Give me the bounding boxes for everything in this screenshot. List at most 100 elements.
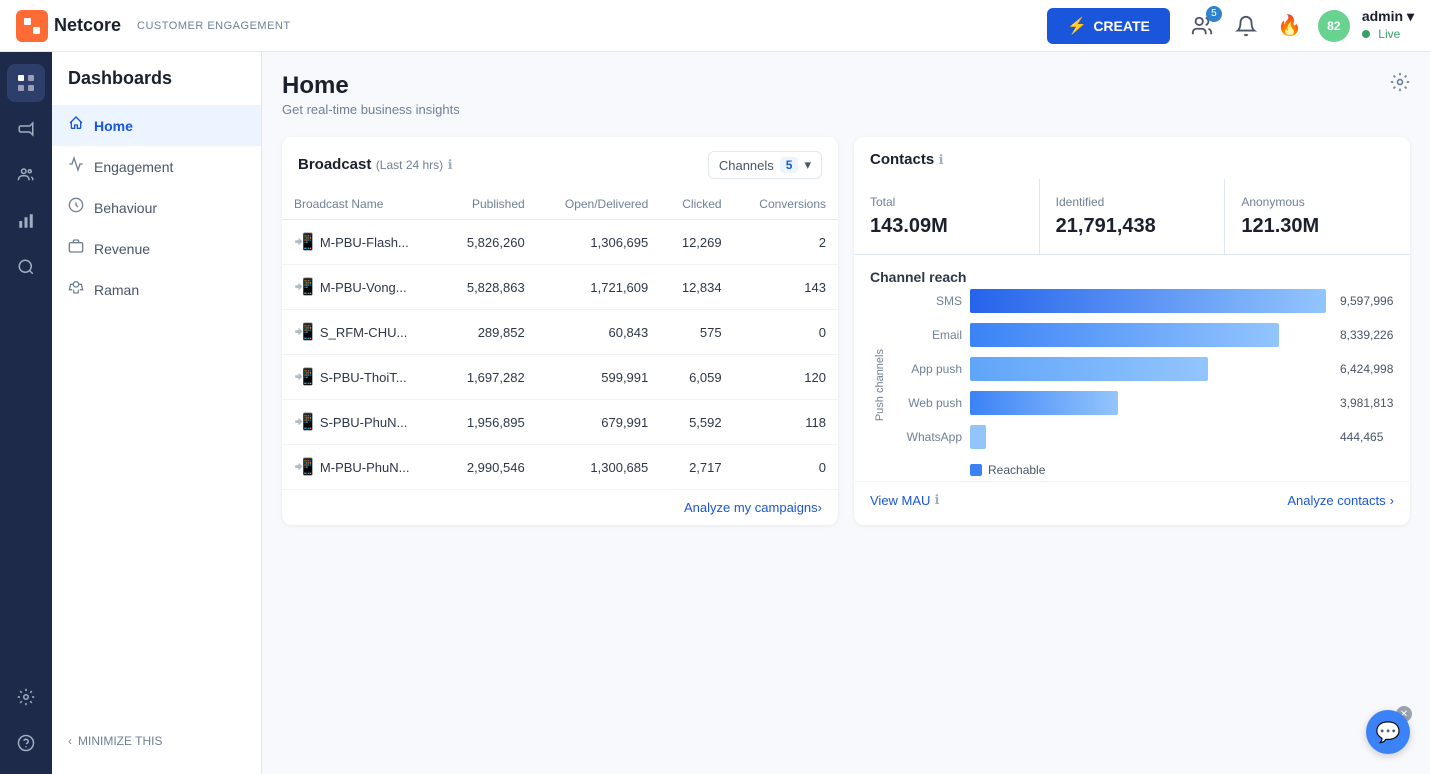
channels-badge: 5 [780, 157, 799, 173]
channels-filter-button[interactable]: Channels 5 ▾ [708, 151, 822, 179]
admin-status: Live [1362, 25, 1414, 43]
minimize-button[interactable]: ‹ MINIMIZE THIS [52, 724, 178, 758]
chart-bar-container [970, 425, 1326, 449]
broadcast-open-cell: 1,300,685 [537, 445, 661, 490]
sidebar-item-revenue[interactable]: Revenue [52, 228, 261, 269]
chart-bar [970, 425, 986, 449]
sidebar-icon-settings[interactable] [7, 678, 45, 716]
page-header: Home Get real-time business insights [282, 72, 1410, 117]
broadcast-open-cell: 679,991 [537, 400, 661, 445]
chart-label: App push [890, 362, 962, 376]
chart-bar-container [970, 323, 1326, 347]
sidebar-icon-grid[interactable] [7, 64, 45, 102]
broadcast-published-cell: 5,828,863 [443, 265, 537, 310]
chevron-left-icon: ‹ [68, 734, 72, 748]
sidebar-item-home[interactable]: Home [52, 105, 261, 146]
chart-label: WhatsApp [890, 430, 962, 444]
broadcast-row-icon: 📲 [294, 457, 314, 477]
broadcast-conversions-cell: 118 [734, 400, 838, 445]
col-open: Open/Delivered [537, 189, 661, 220]
col-broadcast-name: Broadcast Name [282, 189, 443, 220]
chat-widget-button[interactable]: 💬 [1366, 710, 1410, 754]
sidebar-icon-people[interactable] [7, 156, 45, 194]
live-dot [1362, 30, 1370, 38]
analyze-contacts-label: Analyze contacts [1287, 493, 1385, 508]
broadcast-card: Broadcast (Last 24 hrs) ℹ Channels 5 ▾ B… [282, 137, 838, 525]
chart-bar-container [970, 357, 1326, 381]
chart-row: Web push 3,981,813 [890, 391, 1410, 415]
broadcast-name-cell: 📲 M-PBU-Vong... [282, 265, 443, 310]
channel-reach-title: Channel reach [854, 255, 1410, 289]
total-label: Total [870, 195, 1023, 209]
logo-icon [16, 10, 48, 42]
broadcast-name-cell: 📲 S-PBU-PhuN... [282, 400, 443, 445]
sidebar-title: Dashboards [52, 68, 261, 105]
analyze-campaigns-link[interactable]: Analyze my campaigns › [282, 490, 838, 525]
broadcast-clicked-cell: 6,059 [660, 355, 733, 400]
chart-bar [970, 391, 1118, 415]
chart-bar [970, 323, 1279, 347]
channels-chevron-icon: ▾ [804, 157, 811, 173]
view-mau-link[interactable]: View MAU ℹ [870, 492, 939, 508]
chart-value: 3,981,813 [1340, 396, 1410, 410]
anonymous-value: 121.30M [1241, 215, 1394, 238]
score-badge[interactable]: 82 [1318, 10, 1350, 42]
broadcast-open-cell: 1,721,609 [537, 265, 661, 310]
logo[interactable]: Netcore [16, 10, 121, 42]
reachable-legend-color [970, 464, 982, 476]
logo-text: Netcore [54, 15, 121, 36]
analyze-label: Analyze my campaigns [684, 500, 818, 515]
contacts-info-icon[interactable]: ℹ [939, 152, 944, 167]
broadcast-name-cell: 📲 M-PBU-Flash... [282, 220, 443, 265]
contacts-card-header: Contacts ℹ [854, 137, 1410, 179]
col-clicked: Clicked [660, 189, 733, 220]
page-settings-icon[interactable] [1390, 72, 1410, 97]
chart-bar-container [970, 289, 1326, 313]
analyze-contacts-arrow: › [1390, 493, 1394, 508]
bolt-icon: ⚡ [1067, 16, 1087, 36]
revenue-icon [68, 238, 84, 259]
contacts-stats-grid: Total 143.09M Identified 21,791,438 Anon… [854, 179, 1410, 255]
sidebar-icon-chart[interactable] [7, 202, 45, 240]
sidebar-icon-megaphone[interactable] [7, 110, 45, 148]
users-icon-wrapper[interactable]: 5 [1186, 10, 1218, 42]
chart-value: 6,424,998 [1340, 362, 1410, 376]
broadcast-published-cell: 289,852 [443, 310, 537, 355]
raman-icon [68, 279, 84, 300]
view-mau-label: View MAU [870, 493, 930, 508]
channels-label: Channels [719, 158, 774, 173]
sidebar-item-raman[interactable]: Raman [52, 269, 261, 310]
mau-info-icon[interactable]: ℹ [934, 492, 939, 508]
broadcast-conversions-cell: 143 [734, 265, 838, 310]
broadcast-row-icon: 📲 [294, 322, 314, 342]
user-count-badge: 5 [1206, 6, 1222, 22]
chart-row: SMS 9,597,996 [890, 289, 1410, 313]
flame-icon-wrapper[interactable]: 🔥 [1274, 10, 1306, 42]
admin-name: admin ▾ [1362, 8, 1414, 25]
sidebar-icon-support[interactable] [7, 724, 45, 762]
broadcast-name-cell: 📲 S-PBU-ThoiT... [282, 355, 443, 400]
create-button[interactable]: ⚡ CREATE [1047, 8, 1169, 44]
notification-icon-wrapper[interactable] [1230, 10, 1262, 42]
page-title: Home [282, 72, 460, 100]
reachable-legend-label: Reachable [988, 463, 1045, 477]
home-icon [68, 115, 84, 136]
chart-bar [970, 289, 1326, 313]
broadcast-conversions-cell: 120 [734, 355, 838, 400]
analyze-contacts-link[interactable]: Analyze contacts › [1287, 493, 1394, 508]
left-sidebar: Dashboards Home Engagement Behaviour [52, 52, 262, 774]
broadcast-info-icon[interactable]: ℹ [448, 157, 453, 172]
broadcast-table-header: Broadcast Name Published Open/Delivered … [282, 189, 838, 220]
analyze-arrow-icon: › [818, 500, 822, 515]
sidebar-item-behaviour[interactable]: Behaviour [52, 187, 261, 228]
chart-bar [970, 357, 1208, 381]
sidebar-icon-search[interactable] [7, 248, 45, 286]
anonymous-label: Anonymous [1241, 195, 1394, 209]
sidebar-item-engagement[interactable]: Engagement [52, 146, 261, 187]
broadcast-row-icon: 📲 [294, 232, 314, 252]
broadcast-name-cell: 📲 M-PBU-PhuN... [282, 445, 443, 490]
broadcast-conversions-cell: 0 [734, 445, 838, 490]
channel-reach-chart: Push channels SMS 9,597,996 Email 8,339,… [854, 289, 1410, 481]
sidebar-item-home-label: Home [94, 118, 133, 134]
admin-area[interactable]: admin ▾ Live [1362, 8, 1414, 43]
